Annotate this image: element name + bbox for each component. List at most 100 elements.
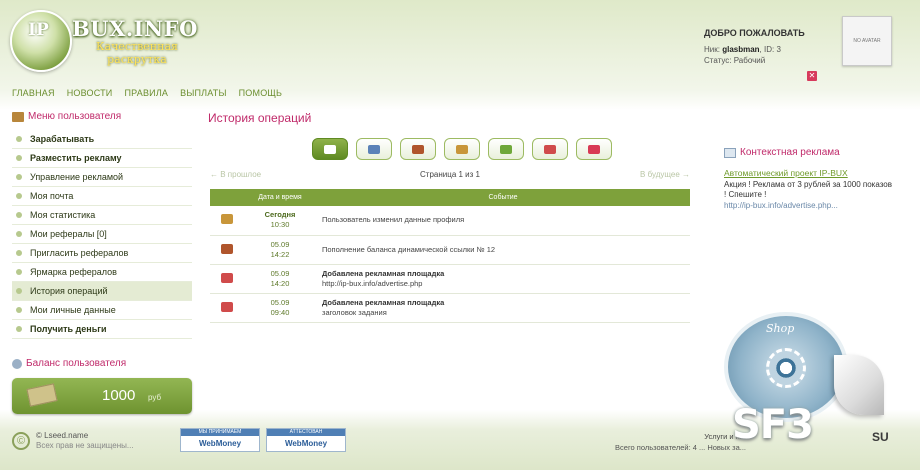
row-event-text: Пользователь изменил данные профиля [322,215,465,225]
user-nick: glasbman [722,45,760,54]
all-icon [324,144,336,154]
money-icon [26,383,58,407]
nav-link-4[interactable]: ПОМОЩЬ [239,88,283,98]
bullet-icon [16,212,22,218]
table-row: 05.09 14:20 Добавлена рекламная площадка ht… [210,264,690,294]
nav-link-0[interactable]: ГЛАВНАЯ [12,88,55,98]
sidebar-item[interactable]: Ярмарка рефералов [12,263,192,282]
logo-mark: IP [28,20,49,40]
filter-button[interactable] [576,138,612,160]
avatar[interactable]: NO AVATAR [842,16,892,66]
row-date: Сегодня [264,210,296,220]
sidebar-item[interactable]: Моя статистика [12,206,192,225]
row-time: 14:22 [270,249,290,259]
nav-link-3[interactable]: ВЫПЛАТЫ [180,88,227,98]
filter-button[interactable] [400,138,436,160]
sidebar-item[interactable]: Мои личные данные [12,301,192,320]
sidebar-item[interactable]: Управление рекламой [12,168,192,187]
sidebar-item-label: Мои рефералы [0] [30,228,107,239]
coin-icon [12,358,22,369]
sidebar-item[interactable]: Пригласить рефералов [12,244,192,263]
row-event-title: Добавлена рекламная площадка [322,268,445,278]
row-event: Добавлена рекламная площадка заголовок за… [316,293,690,323]
ad-icon [724,147,736,158]
megaphone-icon [221,272,233,283]
heart-icon [588,144,600,154]
sidebar-item-label: Ярмарка рефералов [30,266,117,277]
row-event: Добавлена рекламная площадка http://ip-bu… [316,264,690,294]
bullet-icon [16,136,22,142]
sidebar-title-text: Меню пользователя [28,111,122,122]
bullet-icon [16,250,22,256]
welcome-block: ДОБРО ПОЖАЛОВАТЬ Ник: glasbman, ID: 3 Ст… [704,28,839,66]
sf3-watermark-suffix: SU [872,430,889,444]
pager-info: Страница 1 из 1 [420,170,480,179]
row-event: Пополнение баланса динамической ссылки №… [316,235,690,265]
page: IP BUX.INFO Качественная раскрутка ДОБРО… [0,0,920,470]
close-icon[interactable]: ✕ [807,71,817,81]
table-header-row: Дата и время Событие [210,189,690,206]
site-logo[interactable]: IP BUX.INFO Качественная раскрутка [10,8,210,78]
date-column-header: Дата и время [244,189,316,206]
sidebar-item[interactable]: Получить деньги [12,320,192,339]
user-icon [368,144,380,154]
ad-url[interactable]: http://ip-bux.info/advertise.php... [724,201,894,211]
bullet-icon [16,155,22,161]
logo-text: BUX.INFO [72,16,198,41]
filter-button[interactable] [356,138,392,160]
row-date: 05.09 [270,268,290,278]
row-datetime: 05.09 14:22 [244,235,316,265]
table-row: Сегодня 10:30 Пользователь изменил данные … [210,206,690,236]
lock-icon [456,144,468,154]
shop-text: Shop [766,322,795,335]
nav-link-1[interactable]: НОВОСТИ [67,88,113,98]
megaphone-icon [544,144,556,154]
sidebar-item-label: Получить деньги [30,323,107,334]
filter-button[interactable] [444,138,480,160]
webmoney-accept-badge[interactable]: МЫ ПРИНИМАЕМ WebMoney [180,428,260,452]
filter-button[interactable] [532,138,568,160]
footer-services[interactable]: Услуги и п... [566,431,746,442]
row-icon-cell [210,235,244,265]
operations-table: Дата и время Событие Сегодня 10:30 Пользов… [210,189,690,323]
sidebar-item[interactable]: История операций [12,282,192,301]
sidebar-item[interactable]: Мои рефералы [0] [12,225,192,244]
table-row: 05.09 09:40 Добавлена рекламная площадка за… [210,293,690,323]
balance-currency: руб [148,393,162,402]
balance-title-text: Баланс пользователя [26,358,127,369]
row-event: Пользователь изменил данные профиля [316,206,690,236]
copyright-line-2: Всех прав не защищены... [36,441,134,450]
sidebar-item[interactable]: Моя почта [12,187,192,206]
row-event-sub: http://ip-bux.info/advertise.php [322,278,423,288]
row-icon-cell [210,293,244,323]
filter-button[interactable] [312,138,348,160]
sidebar-item[interactable]: Разместить рекламу [12,149,192,168]
sidebar-item[interactable]: Зарабатывать [12,130,192,149]
row-date: 05.09 [270,239,290,249]
sidebar-item-label: Разместить рекламу [30,152,122,163]
webmoney-attested-bottom: WebMoney [284,439,328,448]
webmoney-accept-top: МЫ ПРИНИМАЕМ [181,429,259,436]
table-row: 05.09 14:22 Пополнение баланса динамическо… [210,235,690,265]
bullet-icon [16,326,22,332]
filter-button[interactable] [488,138,524,160]
welcome-title: ДОБРО ПОЖАЛОВАТЬ [704,28,805,38]
row-date: 05.09 [270,297,290,307]
row-datetime: Сегодня 10:30 [244,206,316,236]
row-icon-cell [210,206,244,236]
row-time: 09:40 [270,307,290,317]
pager-next-link[interactable]: В будущее → [640,170,690,179]
balance-amount: 1000 [102,387,136,404]
ad-link[interactable]: Автоматический проект IP-BUX [724,168,894,178]
footer-users-count: Всего пользователей: 4 ... Новых за... [615,443,746,452]
bullet-icon [16,231,22,237]
nav-link-2[interactable]: ПРАВИЛА [124,88,168,98]
sidebar-item-label: Мои личные данные [30,304,116,315]
bullet-icon [16,174,22,180]
logo-slogan: Качественная раскрутка [96,40,178,66]
sidebar-menu: Зарабатывать Разместить рекламу Управление… [12,130,192,339]
ad-text: Акция ! Реклама от 3 рублей за 1000 пока… [724,180,892,199]
webmoney-attested-badge[interactable]: АТТЕСТОВАН WebMoney [266,428,346,452]
user-nick-label: Ник: [704,45,720,54]
megaphone-icon [221,301,233,312]
